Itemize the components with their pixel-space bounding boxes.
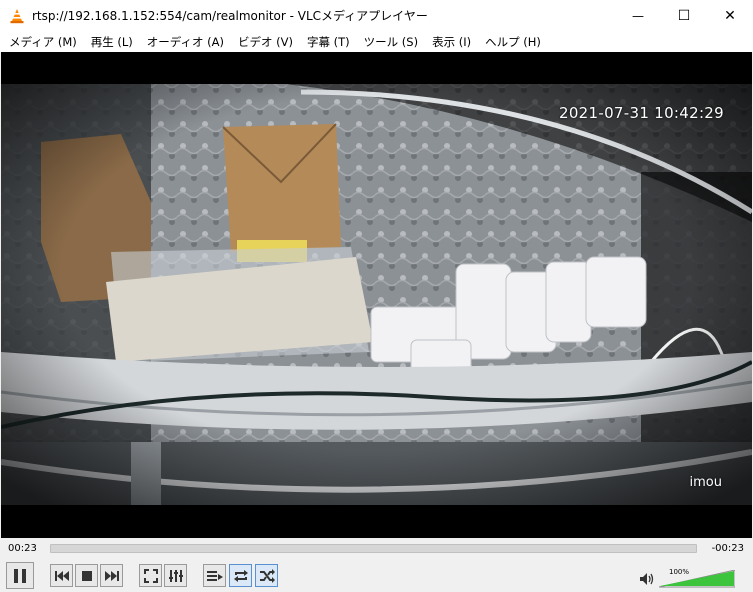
- remaining-time[interactable]: -00:23: [712, 543, 744, 554]
- playlist-icon: [206, 570, 223, 581]
- pause-button[interactable]: [6, 562, 34, 589]
- menu-audio[interactable]: オーディオ (A): [140, 34, 231, 50]
- previous-icon: [54, 570, 69, 581]
- shuffle-icon: [259, 568, 275, 583]
- menu-view[interactable]: 表示 (I): [425, 34, 478, 50]
- menu-video[interactable]: ビデオ (V): [231, 34, 300, 50]
- extended-settings-button[interactable]: [164, 564, 187, 587]
- close-icon: ✕: [724, 7, 736, 24]
- video-surface[interactable]: 2021-07-31 10:42:29 imou: [1, 52, 752, 538]
- camera-timestamp: 2021-07-31 10:42:29: [558, 104, 724, 122]
- next-icon: [104, 570, 119, 581]
- camera-frame-illustration: [1, 76, 752, 505]
- stop-icon: [81, 570, 92, 581]
- menu-tools[interactable]: ツール (S): [357, 34, 425, 50]
- playlist-button[interactable]: [203, 564, 226, 587]
- volume-slider[interactable]: [659, 570, 735, 588]
- stop-button[interactable]: [75, 564, 98, 587]
- loop-button[interactable]: [229, 564, 252, 587]
- pause-icon: [14, 568, 26, 583]
- elapsed-time: 00:23: [8, 543, 37, 554]
- control-bar: 100%: [0, 560, 753, 592]
- menu-media[interactable]: メディア (M): [2, 34, 84, 50]
- seek-bar: 00:23 -00:23: [0, 538, 753, 560]
- shuffle-button[interactable]: [255, 564, 278, 587]
- loop-icon: [233, 569, 248, 582]
- maximize-button[interactable]: ☐: [661, 0, 707, 31]
- window-title: rtsp://192.168.1.152:554/cam/realmonitor…: [32, 9, 428, 23]
- speaker-icon[interactable]: [640, 573, 654, 585]
- seek-slider[interactable]: [50, 544, 697, 553]
- next-button[interactable]: [100, 564, 123, 587]
- minimize-icon: —: [632, 8, 644, 23]
- menu-playback[interactable]: 再生 (L): [84, 34, 140, 50]
- menu-help[interactable]: ヘルプ (H): [478, 34, 548, 50]
- fullscreen-icon: [143, 568, 158, 583]
- maximize-icon: ☐: [677, 7, 691, 24]
- title-bar[interactable]: rtsp://192.168.1.152:554/cam/realmonitor…: [0, 0, 753, 31]
- close-button[interactable]: ✕: [707, 0, 753, 31]
- vlc-cone-icon: [10, 8, 24, 23]
- menu-bar: メディア (M) 再生 (L) オーディオ (A) ビデオ (V) 字幕 (T)…: [0, 31, 753, 52]
- minimize-button[interactable]: —: [615, 0, 661, 31]
- previous-button[interactable]: [50, 564, 73, 587]
- camera-watermark: imou: [689, 475, 722, 490]
- menu-subtitle[interactable]: 字幕 (T): [300, 34, 357, 50]
- fullscreen-button[interactable]: [139, 564, 162, 587]
- extended-settings-icon: [168, 569, 183, 582]
